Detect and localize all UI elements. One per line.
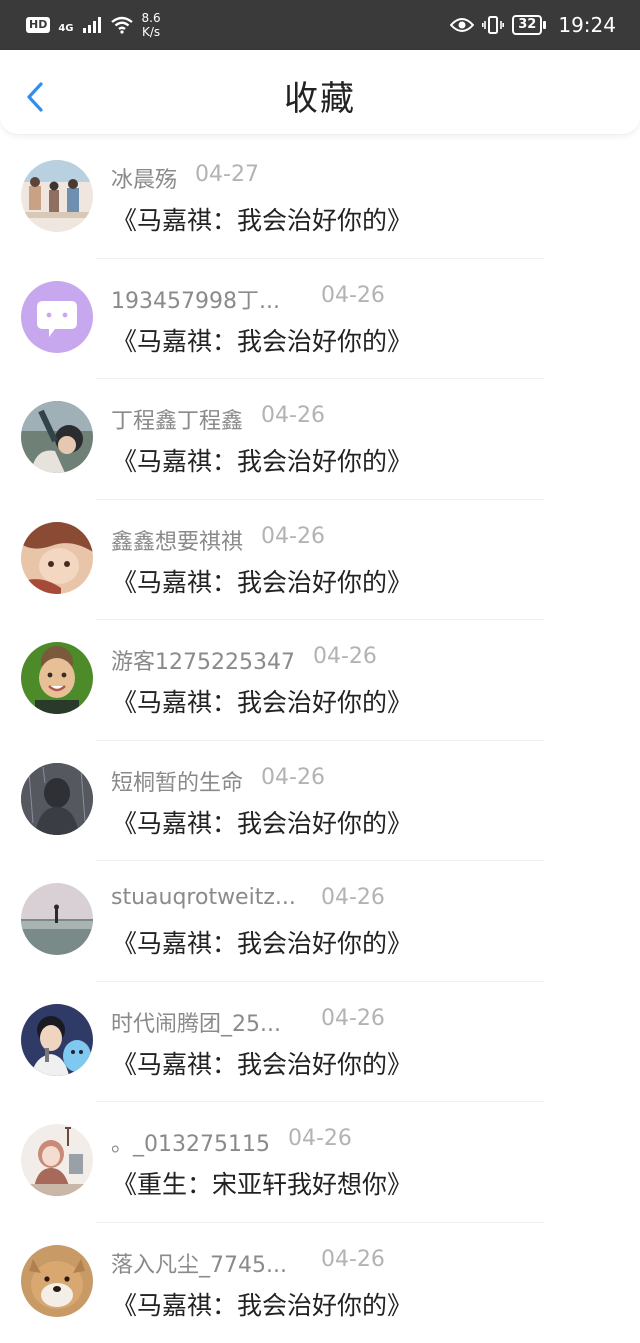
- user-name[interactable]: 落入凡尘_7745...: [111, 1247, 281, 1279]
- post-date: 04-26: [288, 1126, 352, 1158]
- avatar[interactable]: [21, 883, 93, 955]
- anime-boy-avatar: [21, 522, 93, 594]
- network-type: 4G: [58, 24, 73, 34]
- post-date: 04-26: [321, 1247, 385, 1279]
- dark-figure-avatar: [21, 763, 93, 835]
- page-title: 收藏: [0, 50, 640, 148]
- user-name[interactable]: 丁程鑫丁程鑫: [111, 403, 243, 435]
- dog-photo-avatar: [21, 1245, 93, 1317]
- list-item[interactable]: 时代闹腾团_25... 04-26 《马嘉祺：我会治好你的》: [0, 982, 640, 1103]
- network-speed: 8.6 K/s: [142, 11, 161, 39]
- girl-illustration-avatar: [21, 1124, 93, 1196]
- story-title[interactable]: 《马嘉祺：我会治好你的》: [112, 563, 412, 599]
- story-title[interactable]: 《马嘉祺：我会治好你的》: [112, 1045, 412, 1081]
- list-item[interactable]: 。_013275115 04-26 《重生：宋亚轩我好想你》: [0, 1102, 640, 1223]
- avatar[interactable]: [21, 401, 93, 473]
- eye-icon: [450, 17, 474, 33]
- list-item[interactable]: 鑫鑫想要祺祺 04-26 《马嘉祺：我会治好你的》: [0, 500, 640, 621]
- user-name[interactable]: 。_013275115: [111, 1126, 270, 1158]
- story-title[interactable]: 《马嘉祺：我会治好你的》: [112, 322, 412, 358]
- list-item[interactable]: 游客1275225347 04-26 《马嘉祺：我会治好你的》: [0, 620, 640, 741]
- story-title[interactable]: 《马嘉祺：我会治好你的》: [112, 804, 412, 840]
- singer-photo-avatar: [21, 1004, 93, 1076]
- status-bar: HD 4G 8.6 K/s 32 19:24: [0, 0, 640, 50]
- post-date: 04-26: [261, 403, 325, 435]
- hd-badge: HD: [26, 17, 50, 33]
- list-item[interactable]: 丁程鑫丁程鑫 04-26 《马嘉祺：我会治好你的》: [0, 379, 640, 500]
- user-name[interactable]: stuauqrotweitz...: [111, 885, 281, 910]
- favorites-list: 冰晨殇 04-27 《马嘉祺：我会治好你的》 193457998丁... 04-…: [0, 138, 640, 1343]
- list-item[interactable]: 冰晨殇 04-27 《马嘉祺：我会治好你的》: [0, 138, 640, 259]
- post-date: 04-26: [321, 283, 385, 315]
- story-title[interactable]: 《重生：宋亚轩我好想你》: [112, 1165, 412, 1201]
- seaside-figure-avatar: [21, 883, 93, 955]
- story-title[interactable]: 《马嘉祺：我会治好你的》: [112, 1286, 412, 1322]
- avatar[interactable]: [21, 763, 93, 835]
- user-name[interactable]: 冰晨殇: [111, 162, 177, 194]
- user-name[interactable]: 短桐暂的生命: [111, 765, 243, 797]
- post-date: 04-26: [313, 644, 377, 676]
- app-header: 收藏: [0, 50, 640, 135]
- post-date: 04-26: [321, 1006, 385, 1038]
- post-date: 04-26: [321, 885, 385, 910]
- avatar[interactable]: [21, 522, 93, 594]
- battery-indicator: 32: [512, 15, 542, 35]
- list-item[interactable]: stuauqrotweitz... 04-26 《马嘉祺：我会治好你的》: [0, 861, 640, 982]
- list-item[interactable]: 短桐暂的生命 04-26 《马嘉祺：我会治好你的》: [0, 741, 640, 862]
- avatar[interactable]: [21, 1004, 93, 1076]
- list-item[interactable]: 193457998丁... 04-26 《马嘉祺：我会治好你的》: [0, 259, 640, 380]
- avatar[interactable]: [21, 160, 93, 232]
- avatar[interactable]: [21, 281, 93, 353]
- vibrate-icon: [482, 15, 504, 35]
- child-photo-avatar: [21, 642, 93, 714]
- avatar[interactable]: [21, 1245, 93, 1317]
- user-name[interactable]: 193457998丁...: [111, 283, 281, 315]
- story-title[interactable]: 《马嘉祺：我会治好你的》: [112, 924, 412, 960]
- story-title[interactable]: 《马嘉祺：我会治好你的》: [112, 442, 412, 478]
- purple-chat-icon-avatar: [21, 281, 93, 353]
- list-item[interactable]: 落入凡尘_7745... 04-26 《马嘉祺：我会治好你的》: [0, 1223, 640, 1343]
- post-date: 04-26: [261, 524, 325, 556]
- boy-photo-avatar: [21, 401, 93, 473]
- post-date: 04-27: [195, 162, 259, 194]
- avatar[interactable]: [21, 1124, 93, 1196]
- classroom-illustration-avatar: [21, 160, 93, 232]
- signal-icon: [82, 17, 102, 33]
- wifi-icon: [110, 16, 134, 34]
- avatar[interactable]: [21, 642, 93, 714]
- clock: 19:24: [558, 13, 616, 37]
- story-title[interactable]: 《马嘉祺：我会治好你的》: [112, 201, 412, 237]
- user-name[interactable]: 鑫鑫想要祺祺: [111, 524, 243, 556]
- user-name[interactable]: 时代闹腾团_25...: [111, 1006, 281, 1038]
- user-name[interactable]: 游客1275225347: [111, 644, 295, 676]
- story-title[interactable]: 《马嘉祺：我会治好你的》: [112, 683, 412, 719]
- post-date: 04-26: [261, 765, 325, 797]
